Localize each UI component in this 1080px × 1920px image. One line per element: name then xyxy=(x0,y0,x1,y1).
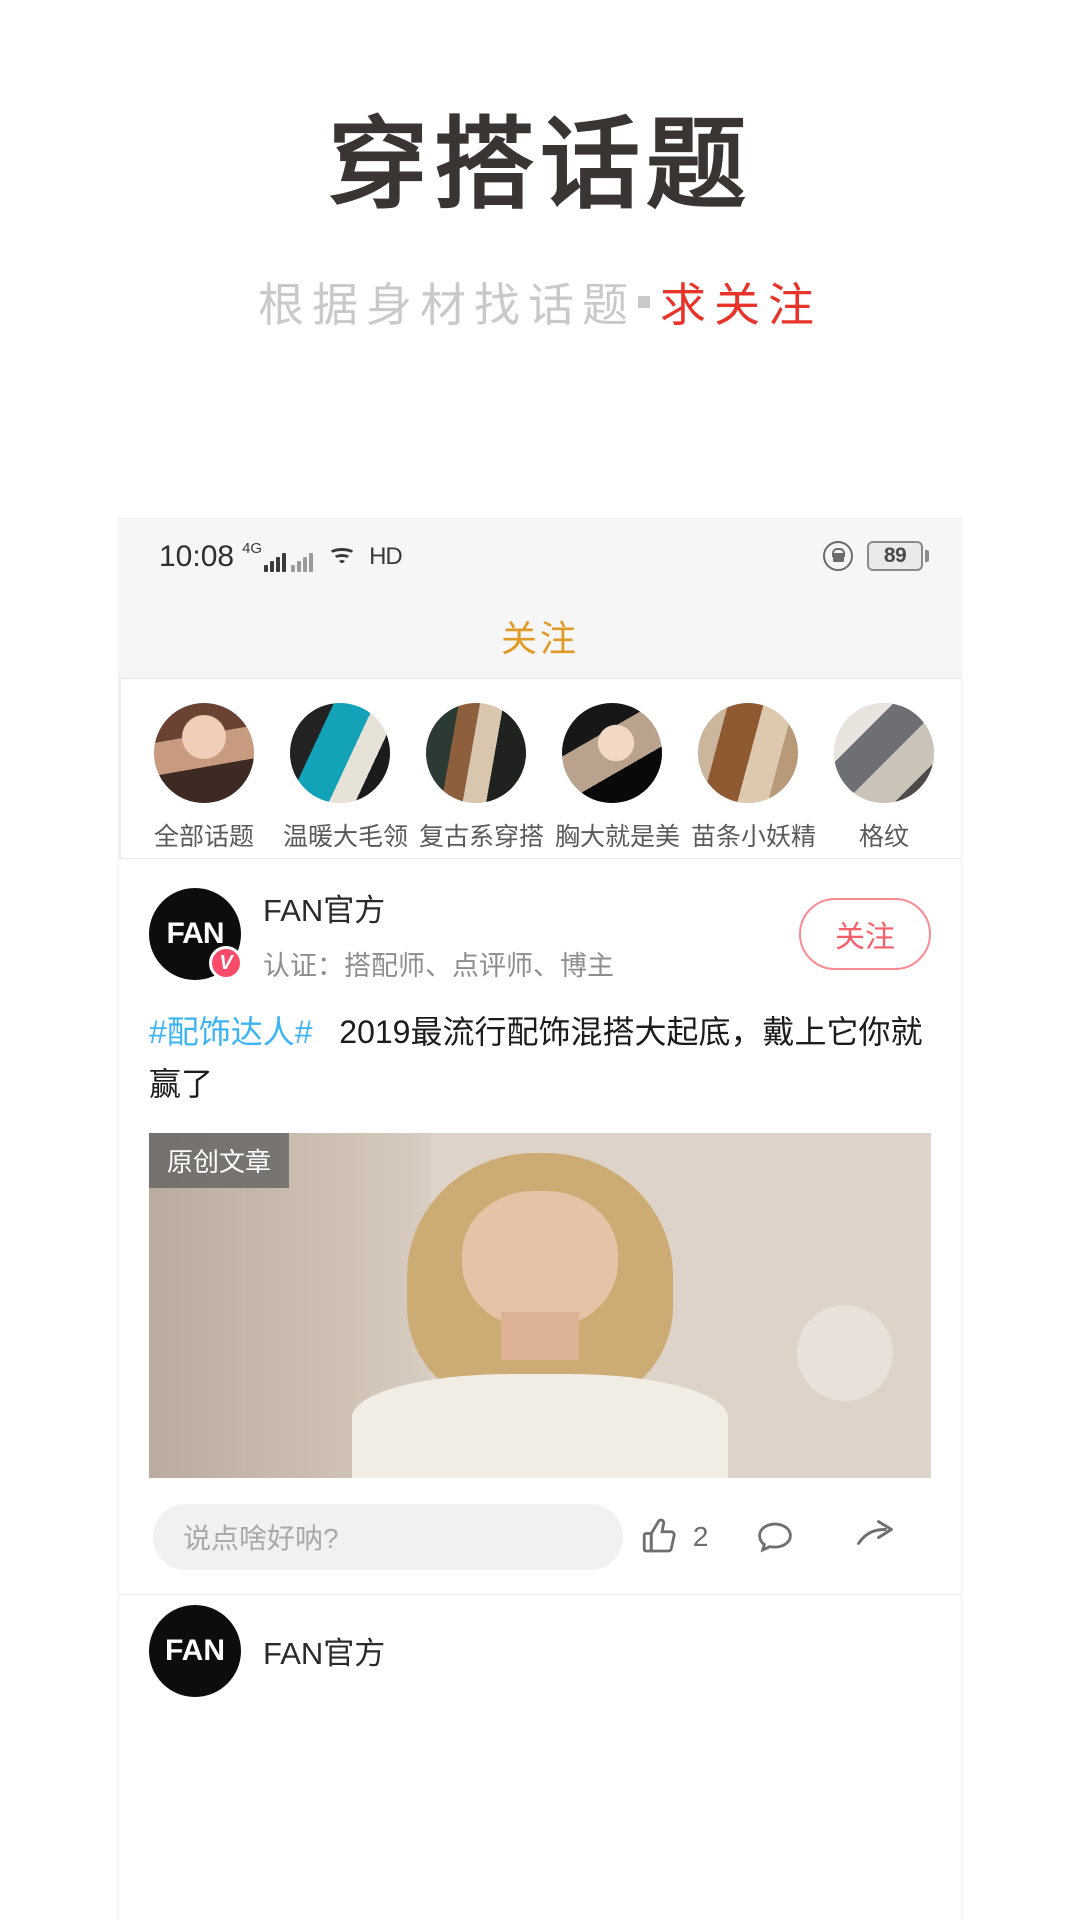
phone-screenshot-card: 10:08 4G HD 89 关注 全部话题 温暖大毛领 复古系穿搭 胸大就是美… xyxy=(119,519,961,1920)
topic-avatar xyxy=(154,703,254,803)
comment-action[interactable] xyxy=(724,1516,825,1558)
verified-badge-icon: V xyxy=(209,946,243,980)
hd-icon: HD xyxy=(369,542,403,570)
signal-bars-secondary-icon xyxy=(291,552,314,572)
post-body: #配饰达人# 2019最流行配饰混搭大起底，戴上它你就赢了 xyxy=(119,1001,961,1111)
topic-item[interactable]: 格纹 xyxy=(827,703,941,853)
comment-input[interactable]: 说点啥好呐? xyxy=(153,1503,623,1570)
topic-label: 苗条小妖精 xyxy=(691,823,817,851)
page-title: 穿搭话题 xyxy=(328,109,752,221)
topic-item[interactable]: 苗条小妖精 xyxy=(691,703,817,853)
topic-avatar xyxy=(562,703,662,803)
topic-item[interactable]: 复古系穿搭 xyxy=(419,703,545,853)
author-certification: 认证：搭配师、点评师、博主 xyxy=(263,951,614,981)
app-tab-bar: 关注 xyxy=(119,593,961,679)
status-bar-left: 10:08 4G HD xyxy=(159,539,403,573)
poster-subtitle: 根据身材找话题 求关注 xyxy=(0,269,1080,335)
signal-bars-icon xyxy=(264,552,287,572)
share-action[interactable] xyxy=(826,1515,927,1559)
subtitle-separator-dot xyxy=(638,296,650,308)
topic-item[interactable]: 温暖大毛领 xyxy=(283,703,409,853)
topic-label: 胸大就是美 xyxy=(555,823,681,851)
topic-avatar xyxy=(290,703,390,803)
original-article-badge: 原创文章 xyxy=(149,1132,290,1188)
topic-label: 格纹 xyxy=(858,823,909,851)
post-action-bar: 说点啥好呐? 2 xyxy=(119,1478,961,1594)
post-author-row: FAN V FAN官方 认证：搭配师、点评师、博主 关注 xyxy=(119,859,961,1001)
thumbs-up-icon xyxy=(639,1516,681,1558)
topic-avatar xyxy=(698,703,798,803)
tab-following[interactable]: 关注 xyxy=(501,610,579,662)
topic-label: 复古系穿搭 xyxy=(419,823,545,851)
follow-button[interactable]: 关注 xyxy=(799,898,931,970)
post-image[interactable]: 原创文章 xyxy=(149,1132,931,1478)
author-name[interactable]: FAN官方 xyxy=(263,885,799,930)
wifi-icon xyxy=(327,546,357,572)
status-bar: 10:08 4G HD 89 xyxy=(119,519,961,593)
status-time: 10:08 xyxy=(159,539,235,573)
topics-scroller[interactable]: 全部话题 温暖大毛领 复古系穿搭 胸大就是美 苗条小妖精 格纹 xyxy=(119,679,961,859)
topic-avatar xyxy=(426,703,526,803)
topic-avatar xyxy=(834,703,934,803)
avatar[interactable]: FAN V xyxy=(149,888,243,980)
image-subject-face xyxy=(461,1191,619,1330)
network-type-label: 4G xyxy=(242,539,263,557)
like-count: 2 xyxy=(692,1520,709,1552)
subtitle-accent-text: 求关注 xyxy=(660,279,822,331)
like-action[interactable]: 2 xyxy=(623,1516,724,1558)
comment-bubble-icon xyxy=(754,1516,796,1558)
battery-level-label: 89 xyxy=(883,544,907,567)
rotation-lock-icon xyxy=(823,541,853,571)
topic-item[interactable]: 胸大就是美 xyxy=(555,703,681,853)
status-bar-right: 89 xyxy=(823,541,929,571)
author-meta: FAN官方 认证：搭配师、点评师、博主 xyxy=(263,885,799,983)
poster-header: 穿搭话题 根据身材找话题 求关注 xyxy=(0,0,1080,335)
subtitle-gray-text: 根据身材找话题 xyxy=(258,279,636,331)
next-post-author: FAN官方 xyxy=(263,1636,386,1672)
topic-item[interactable]: 全部话题 xyxy=(147,703,261,853)
topic-label: 温暖大毛领 xyxy=(283,823,409,851)
image-subject-neck xyxy=(500,1312,580,1361)
next-post-avatar: FAN xyxy=(149,1604,241,1697)
battery-icon: 89 xyxy=(867,541,929,571)
share-arrow-icon xyxy=(854,1515,898,1559)
next-post-preview[interactable]: FAN FAN官方 xyxy=(119,1593,961,1697)
image-subject-top xyxy=(352,1374,728,1478)
topic-label: 全部话题 xyxy=(153,823,254,851)
post-hashtag[interactable]: #配饰达人# xyxy=(149,1014,313,1050)
image-floating-circle[interactable] xyxy=(797,1304,893,1401)
signal-icon: 4G xyxy=(242,539,314,572)
